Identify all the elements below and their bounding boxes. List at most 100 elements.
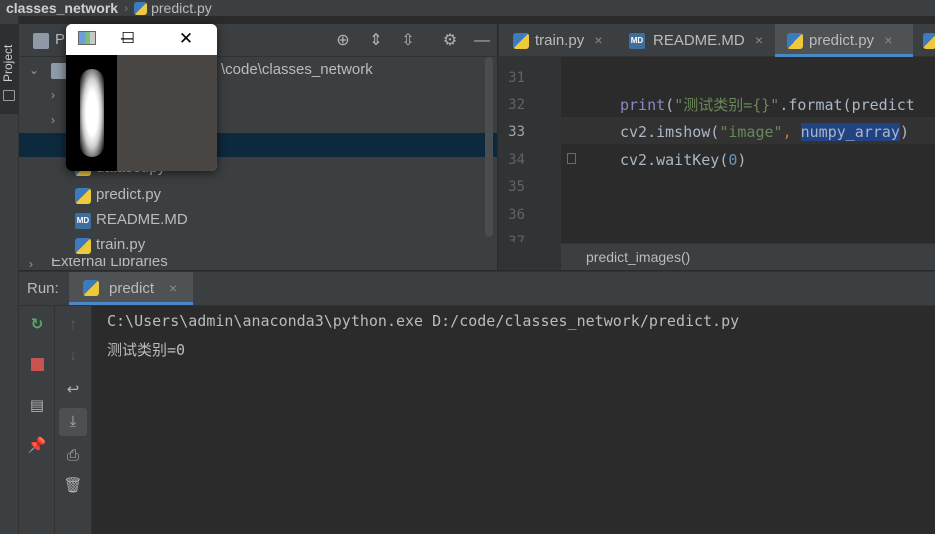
- code-token: .format(predict: [779, 96, 915, 114]
- project-scrollbar[interactable]: [485, 57, 493, 237]
- rerun-icon[interactable]: ↻: [27, 315, 47, 335]
- code-token: cv2.imshow(: [620, 123, 720, 141]
- code-token: print: [620, 96, 666, 114]
- image-window: ─ ☐ ✕: [66, 24, 217, 171]
- external-libraries-label: External Libraries: [51, 258, 168, 270]
- folder-icon: [3, 90, 15, 101]
- collapse-all-icon[interactable]: ⇳: [398, 31, 418, 51]
- console-line: 测试类别=0: [107, 341, 186, 359]
- code-token: ,: [782, 123, 801, 141]
- chevron-right-icon[interactable]: ›: [51, 83, 61, 107]
- chevron-down-icon[interactable]: ⌄: [29, 58, 39, 82]
- project-view-label[interactable]: P: [55, 31, 65, 48]
- markdown-file-icon: MD: [75, 213, 91, 229]
- tab-label: predict.py: [809, 32, 875, 49]
- expand-all-icon[interactable]: ⇕: [366, 31, 386, 51]
- print-icon[interactable]: ⎙: [63, 446, 83, 466]
- code-line-33: cv2.imshow("image", numpy_array): [620, 122, 909, 142]
- trash-icon[interactable]: 🗑: [63, 476, 83, 496]
- markdown-file-icon: MD: [629, 33, 645, 49]
- code-token: (: [665, 96, 675, 114]
- console-line: C:\Users\admin\anaconda3\python.exe D:/c…: [107, 312, 740, 330]
- arrow-down-icon[interactable]: ↓: [63, 346, 83, 366]
- layout-icon[interactable]: ▤: [27, 396, 47, 416]
- opencv-window-icon: [78, 31, 96, 45]
- tree-row-file[interactable]: MD README.MD: [19, 208, 497, 232]
- arrow-up-icon[interactable]: ↑: [63, 315, 83, 335]
- run-console[interactable]: C:\Users\admin\anaconda3\python.exe D:/c…: [92, 306, 935, 534]
- code-token: ): [737, 151, 747, 169]
- locate-icon[interactable]: ⊕: [333, 31, 353, 51]
- left-tool-strip: Project: [0, 16, 19, 534]
- breadcrumb-file[interactable]: predict.py: [151, 0, 212, 16]
- run-tab-label: predict: [109, 280, 155, 297]
- chevron-right-icon[interactable]: ›: [29, 258, 39, 270]
- tree-row-external[interactable]: › External Libraries: [19, 258, 497, 270]
- digit-stroke: [80, 69, 104, 157]
- python-file-icon: [513, 33, 529, 49]
- maximize-icon[interactable]: ☐: [116, 28, 140, 50]
- tree-row-file[interactable]: train.py: [19, 233, 497, 257]
- code-token: "测试类别={}": [674, 96, 780, 114]
- python-file-icon: [83, 280, 99, 296]
- image-window-titlebar[interactable]: ─ ☐ ✕: [66, 24, 217, 55]
- close-icon[interactable]: ✕: [174, 28, 198, 50]
- project-view-icon: [33, 33, 49, 49]
- python-file-icon: [75, 238, 91, 254]
- selected-token: numpy_array: [800, 123, 900, 141]
- code-line-34: cv2.waitKey(0): [620, 150, 746, 170]
- stop-icon[interactable]: [27, 354, 47, 374]
- close-icon[interactable]: ×: [884, 32, 892, 48]
- folder-icon: [51, 63, 67, 79]
- ide-window: classes_network › predict.py Project P ⊕…: [0, 0, 935, 534]
- editor-pane: train.py × MD README.MD × predict.py × 3…: [498, 24, 935, 270]
- python-file-icon: [787, 33, 803, 49]
- editor-tabs: train.py × MD README.MD × predict.py ×: [499, 24, 935, 57]
- project-tool-label: Project: [1, 44, 15, 82]
- file-name: README.MD: [96, 211, 188, 228]
- chevron-right-icon[interactable]: ›: [51, 108, 61, 132]
- line-number: 35: [508, 179, 525, 195]
- line-number: 36: [508, 207, 525, 223]
- project-tool-tab[interactable]: Project: [0, 24, 19, 114]
- pin-icon[interactable]: 📌: [27, 436, 47, 456]
- root-path: \code\classes_network: [221, 61, 373, 78]
- code-token: "image": [719, 123, 783, 141]
- run-label: Run:: [27, 280, 59, 297]
- line-number: 31: [508, 70, 525, 86]
- line-number: 32: [508, 97, 525, 113]
- close-icon[interactable]: ×: [755, 32, 763, 48]
- editor-breadcrumb[interactable]: predict_images(): [561, 243, 935, 270]
- tab-readme[interactable]: MD README.MD ×: [629, 24, 763, 57]
- close-icon[interactable]: ×: [169, 272, 177, 305]
- line-number: 33: [508, 124, 525, 140]
- tab-label: train.py: [535, 32, 585, 49]
- run-header: Run: predict ×: [19, 271, 935, 306]
- code-area[interactable]: print("测试类别={}".format(predict cv2.imsho…: [575, 57, 935, 270]
- tab-label: README.MD: [653, 32, 745, 49]
- breadcrumb-separator-icon: ›: [124, 1, 129, 15]
- close-icon[interactable]: ×: [594, 32, 602, 48]
- python-file-icon: [134, 1, 148, 15]
- code-token: ): [899, 123, 909, 141]
- run-tab-predict[interactable]: predict ×: [69, 272, 193, 305]
- line-number: 34: [508, 152, 525, 168]
- breadcrumb-project[interactable]: classes_network: [0, 0, 118, 16]
- file-name: train.py: [96, 236, 146, 253]
- line-gutter: 31 32 33 34 35 36 37: [499, 57, 576, 270]
- tab-predict[interactable]: predict.py ×: [775, 24, 913, 57]
- file-name: predict.py: [96, 186, 162, 203]
- scroll-to-end-icon[interactable]: ⤓: [59, 408, 87, 436]
- code-token: cv2.waitKey(: [620, 151, 729, 169]
- line-number: 37: [508, 234, 525, 242]
- soft-wrap-icon[interactable]: ↩: [63, 380, 83, 400]
- tree-row-file[interactable]: predict.py: [19, 183, 497, 207]
- python-file-icon: [923, 33, 935, 49]
- code-line-32: print("测试类别={}".format(predict: [620, 95, 915, 115]
- gear-icon[interactable]: ⚙: [440, 31, 460, 51]
- hide-icon[interactable]: —: [472, 31, 492, 51]
- tab-train[interactable]: train.py ×: [513, 24, 603, 57]
- run-toolbar-primary: ↻ ▤ 📌: [19, 306, 55, 534]
- image-canvas: [66, 55, 217, 171]
- navigation-bar: classes_network › predict.py: [0, 0, 935, 16]
